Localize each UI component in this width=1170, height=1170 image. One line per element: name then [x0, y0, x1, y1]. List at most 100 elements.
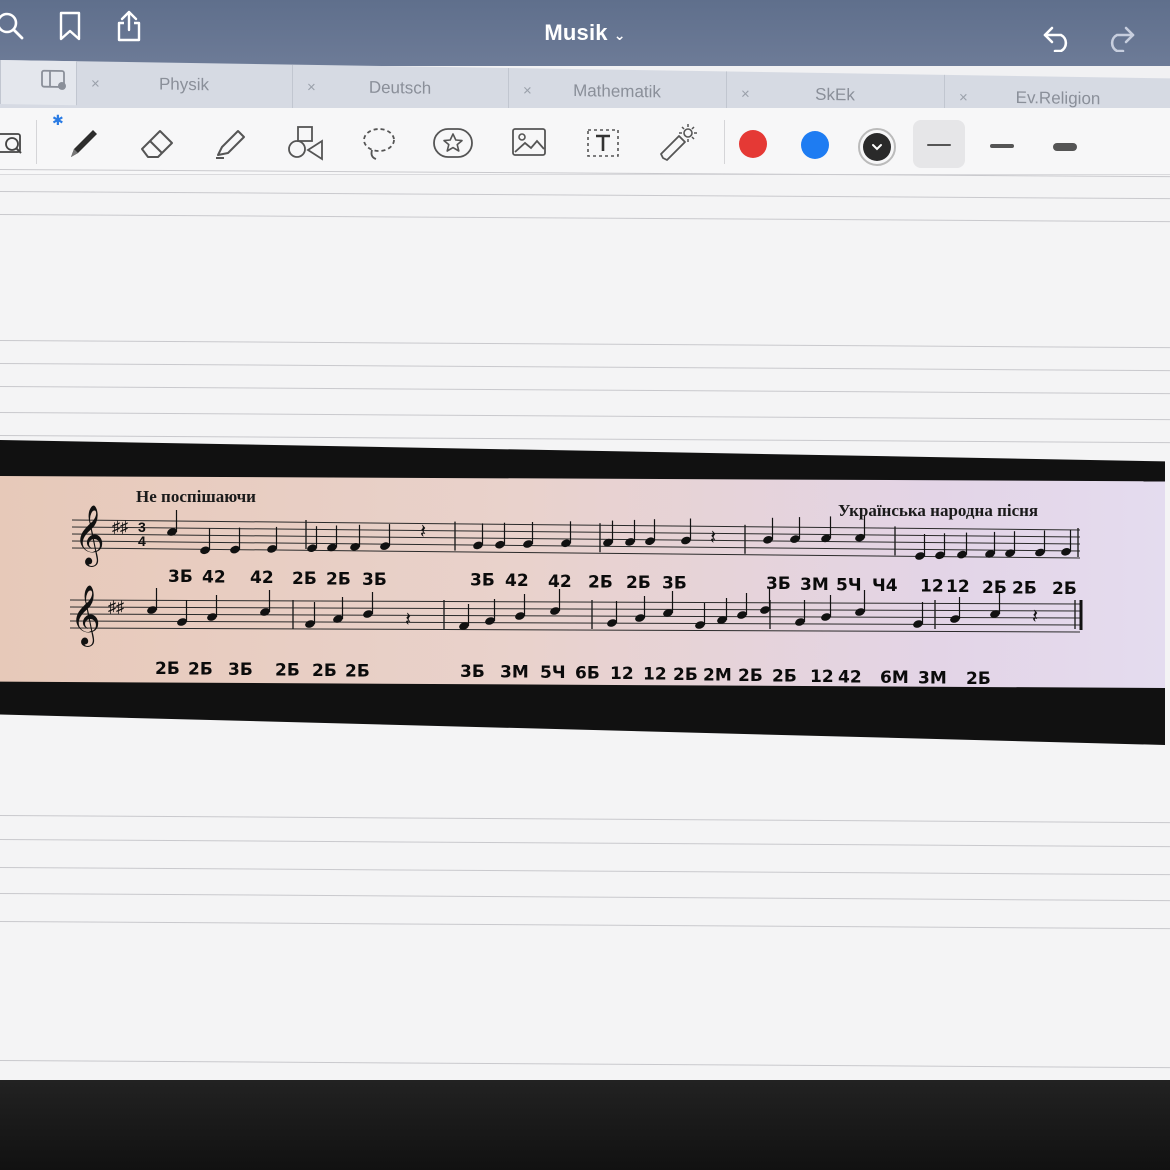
interval-annotation: 2Б [326, 569, 351, 589]
interval-annotation: 2Б [1052, 579, 1077, 599]
tab-physik[interactable]: × Physik [76, 61, 291, 109]
shapes-tool-icon[interactable] [280, 118, 330, 168]
pen-tool-icon[interactable] [58, 118, 108, 168]
interval-annotation: 3Б [766, 574, 791, 594]
interval-annotation: 42 [202, 568, 226, 588]
highlighter-tool-icon[interactable] [206, 118, 256, 168]
interval-annotation: 6Б [575, 664, 600, 684]
undo-icon[interactable] [1040, 20, 1076, 56]
image-tool-icon[interactable] [504, 118, 554, 168]
interval-annotation: 2Б [292, 569, 317, 589]
lasso-tool-icon[interactable] [354, 118, 404, 168]
document-title-menu[interactable]: Musik ⌄ [0, 20, 1170, 46]
interval-annotation: 42 [548, 572, 572, 592]
interval-annotation: 42 [838, 668, 862, 688]
ruled-line [0, 191, 1170, 200]
interval-annotation: 2Б [982, 578, 1007, 598]
staff-2-line [69, 599, 1081, 605]
interval-annotation: 2Б [312, 661, 337, 681]
interval-annotation: 6М [880, 668, 909, 688]
color-swatch-black[interactable] [863, 133, 891, 161]
interval-annotation: Ч4 [872, 576, 898, 596]
interval-annotation: 12 [810, 667, 834, 687]
tab-deutsch[interactable]: × Deutsch [292, 64, 507, 112]
interval-annotation: 2Б [155, 659, 180, 679]
handwritten-annotations-line-1: 3Б 42 42 2Б 2Б 3Б 3Б 42 42 2Б 2Б 3Б 3Б 3М 5Ч Ч4 12 12 2Б 2Б… [168, 567, 1077, 599]
stroke-width-thin[interactable] [927, 144, 951, 146]
ruled-line [0, 435, 1170, 444]
staff-2-line [69, 620, 1081, 626]
eraser-tool-icon[interactable] [132, 118, 182, 168]
tab-overview-icon [41, 69, 67, 95]
tab-close-icon[interactable]: × [91, 75, 100, 92]
sheet-music-drawing: Не поспішаючи Українська народна пісня 𝄞… [69, 487, 1083, 689]
interval-annotation: 3М [918, 669, 947, 689]
staff-2-line [69, 613, 1081, 619]
treble-clef-1: 𝄞 [74, 505, 105, 567]
song-source-label: Українська народна пісня [838, 501, 1038, 520]
interval-annotation: 2Б [738, 666, 763, 686]
interval-annotation: 2Б [772, 667, 797, 687]
text-tool-icon[interactable] [578, 118, 628, 168]
stroke-width-medium[interactable] [990, 144, 1014, 148]
interval-annotation: 2Б [673, 665, 698, 685]
sheet-music-image[interactable]: Не поспішаючи Українська народна пісня 𝄞… [0, 476, 1165, 688]
ruled-line [0, 839, 1170, 848]
interval-annotation: 2Б [345, 662, 370, 682]
interval-annotation: 12 [610, 664, 634, 684]
interval-annotation: 12 [946, 577, 970, 597]
ruled-line [0, 214, 1170, 223]
tab-label: Ev.Religion [1015, 87, 1101, 109]
sticker-tool-icon[interactable] [428, 118, 478, 168]
app-screen: Musik ⌄ × Physik × Deutsch × Mathematik × [0, 0, 1170, 1090]
interval-annotation: 42 [250, 568, 274, 588]
interval-annotation: 2Б [966, 669, 991, 688]
interval-annotation: 3М [500, 663, 529, 683]
toolbar-divider [36, 120, 37, 164]
interval-annotation: 3Б [470, 571, 495, 591]
tab-label: Deutsch [368, 77, 432, 98]
interval-annotation: 2Б [1012, 578, 1037, 598]
color-swatch-red[interactable] [739, 130, 767, 158]
interval-annotation: 2Б [188, 660, 213, 680]
tab-label: SkEk [815, 84, 855, 105]
color-swatch-blue[interactable] [801, 131, 829, 159]
chevron-down-icon [872, 144, 882, 151]
chevron-down-icon: ⌄ [613, 27, 626, 43]
toolbar-divider [724, 120, 725, 164]
drawing-toolbar: ✱ [0, 108, 1170, 175]
staff-2-line [69, 606, 1081, 612]
interval-annotation: 12 [643, 665, 667, 685]
rest: 𝄽 [1032, 604, 1038, 628]
ruled-line [0, 386, 1170, 395]
tab-close-icon[interactable]: × [959, 89, 968, 106]
stroke-width-thick[interactable] [1053, 143, 1077, 151]
laser-pointer-icon[interactable] [652, 118, 702, 168]
zoom-window-icon[interactable] [0, 118, 38, 168]
title-bar: Musik ⌄ [0, 0, 1170, 66]
tab-overview[interactable] [0, 60, 77, 106]
tab-close-icon[interactable]: × [523, 82, 532, 99]
interval-annotation: 2Б [275, 661, 300, 681]
staff-2-line [69, 627, 1081, 633]
interval-annotation: 12 [920, 577, 944, 597]
ruled-line [0, 1060, 1170, 1069]
ruled-line [0, 815, 1170, 824]
interval-annotation: 2Б [588, 572, 613, 592]
interval-annotation: 3Б [228, 660, 253, 680]
interval-annotation: 42 [505, 571, 529, 591]
tempo-marking: Не поспішаючи [136, 487, 256, 506]
interval-annotation: 3М [800, 575, 829, 595]
treble-clef-2: 𝄞 [70, 585, 101, 647]
interval-annotation: 5Ч [836, 575, 862, 595]
interval-annotation: 2М [703, 666, 732, 686]
rest: 𝄽 [420, 519, 426, 543]
interval-annotation: 5Ч [540, 663, 566, 683]
tab-label: Mathematik [573, 81, 661, 102]
tab-close-icon[interactable]: × [741, 85, 750, 102]
ruled-line [0, 340, 1170, 349]
rest: 𝄽 [710, 525, 716, 549]
redo-icon[interactable] [1102, 20, 1138, 56]
key-signature-2: ♯♯ [108, 599, 124, 616]
tab-close-icon[interactable]: × [307, 78, 316, 95]
